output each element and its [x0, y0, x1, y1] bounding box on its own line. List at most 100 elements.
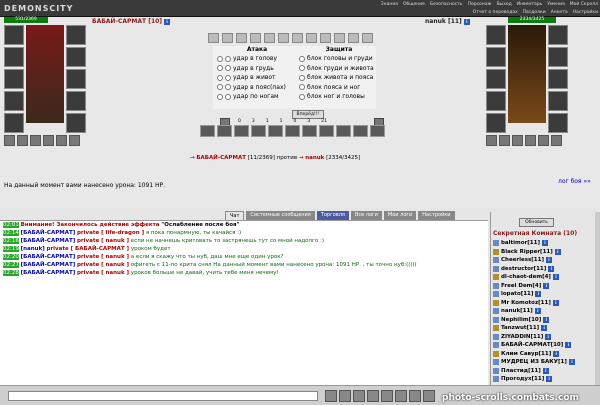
tab-all-logs[interactable]: Все логи — [350, 211, 382, 220]
radio[interactable] — [217, 55, 223, 62]
equip-slot-right4[interactable] — [548, 91, 568, 111]
tab-my-logs[interactable]: Мои логи — [383, 211, 417, 220]
toolbar-button[interactable] — [222, 33, 233, 43]
tab-settings[interactable]: Настройки — [418, 211, 455, 220]
defense-option[interactable]: блок ног и головы — [299, 92, 379, 102]
info-icon[interactable]: i — [535, 291, 542, 298]
equip-slot-right3[interactable] — [548, 69, 568, 89]
tab-system[interactable]: Системные сообщения — [246, 211, 315, 220]
nav-item[interactable]: Отчет о переводах — [473, 9, 518, 17]
attack-option[interactable]: удар в грудь — [217, 64, 297, 74]
chat-private[interactable]: private [ nanuk ] — [77, 238, 129, 244]
info-icon[interactable]: i — [542, 367, 549, 374]
left-player-name[interactable]: БАБАЙ-САРМАТ [10] i — [92, 18, 171, 25]
equip-slot-helmet[interactable] — [486, 25, 506, 45]
chat-time[interactable]: 02:19 — [3, 246, 19, 252]
equip-slot-armor[interactable] — [4, 91, 24, 111]
info-icon[interactable]: i — [463, 18, 470, 25]
equip-slot-belt[interactable] — [4, 113, 24, 133]
nav-item[interactable]: Умения — [547, 1, 564, 9]
radio[interactable] — [225, 93, 231, 100]
info-icon[interactable]: i — [553, 350, 560, 357]
info-icon[interactable]: i — [541, 240, 548, 247]
chat-time[interactable]: 02:27 — [3, 262, 19, 268]
equip-slot-right2[interactable] — [548, 47, 568, 67]
chat-time[interactable]: 02:01 — [3, 222, 19, 228]
send-icon[interactable] — [325, 390, 337, 402]
tab-trade[interactable]: Торговля — [316, 211, 349, 220]
radio[interactable] — [299, 74, 305, 81]
toolbar-button[interactable] — [334, 33, 345, 43]
user-item[interactable]: dl-chaot-dem[4] i — [493, 273, 593, 282]
radio[interactable] — [225, 55, 231, 62]
toolbar-button[interactable] — [348, 33, 359, 43]
chat-time[interactable]: 02:20 — [3, 254, 19, 260]
chat-private[interactable]: private [ life-dragon ] — [77, 230, 144, 236]
toolbar-button[interactable] — [320, 33, 331, 43]
user-item[interactable]: nanuk[11] i — [493, 307, 593, 316]
attack-option[interactable]: удар в живот — [217, 73, 297, 83]
chat-sender[interactable]: [БАБАЙ-САРМАТ] — [21, 238, 76, 244]
filter-icon[interactable] — [381, 390, 393, 402]
info-icon[interactable]: i — [552, 274, 559, 281]
user-item[interactable]: ZIYADDIN[11] i — [493, 333, 593, 342]
info-icon[interactable]: i — [545, 257, 552, 264]
user-list-scrollbar[interactable] — [595, 212, 600, 385]
skill-icon[interactable] — [319, 125, 334, 137]
info-icon[interactable]: i — [545, 333, 552, 340]
nav-item[interactable]: Персонаж — [468, 1, 492, 9]
chat-private[interactable]: private [ nanuk ] — [77, 254, 129, 260]
attack-option[interactable]: удар в голову — [217, 54, 297, 64]
radio[interactable] — [225, 65, 231, 72]
info-icon[interactable]: i — [543, 282, 550, 289]
defense-option[interactable]: блок пояса и ног — [299, 83, 379, 93]
radio[interactable] — [225, 84, 231, 91]
chat-sender[interactable]: [БАБАЙ-САРМАТ] — [21, 230, 76, 236]
equip-slot-amulet[interactable] — [4, 47, 24, 67]
user-item[interactable]: Tanzwut[11] i — [493, 324, 593, 333]
translit-icon[interactable] — [367, 390, 379, 402]
chat-private[interactable]: private [ nanuk ] — [77, 270, 129, 276]
equip-slot-right1[interactable] — [548, 25, 568, 45]
info-icon[interactable]: i — [548, 265, 555, 272]
ring-slot[interactable] — [538, 135, 549, 146]
radio[interactable] — [217, 93, 223, 100]
chat-time[interactable]: 02:14 — [3, 230, 19, 236]
chat-sender[interactable]: [nanuk] — [21, 246, 45, 252]
defense-option[interactable]: блок головы и груди — [299, 54, 379, 64]
toolbar-button[interactable] — [292, 33, 303, 43]
ring-slot[interactable] — [499, 135, 510, 146]
toolbar-button[interactable] — [250, 33, 261, 43]
toolbar-button[interactable] — [306, 33, 317, 43]
toolbar-button[interactable] — [362, 33, 373, 43]
nav-item[interactable]: Инвентарь — [517, 1, 543, 9]
equip-slot-right5[interactable] — [548, 113, 568, 133]
skill-icon[interactable] — [336, 125, 351, 137]
user-item[interactable]: baltimor[11] i — [493, 239, 593, 248]
info-icon[interactable]: i — [534, 308, 541, 315]
user-item[interactable]: Black Ripper[11] i — [493, 248, 593, 257]
left-avatar[interactable] — [26, 25, 64, 123]
skill-icon[interactable] — [285, 125, 300, 137]
ring-slot[interactable] — [551, 135, 562, 146]
equip-slot-weapon[interactable] — [486, 69, 506, 89]
info-icon[interactable]: i — [543, 316, 550, 323]
user-item[interactable]: Клим Савур[11] i — [493, 350, 593, 359]
toolbar-button[interactable] — [264, 33, 275, 43]
nav-item[interactable]: Общение — [403, 1, 425, 9]
tab-chat[interactable]: Чат — [225, 211, 245, 220]
equip-slot-right4[interactable] — [66, 91, 86, 111]
chat-time[interactable]: 02:16 — [3, 238, 19, 244]
skill-icon[interactable] — [353, 125, 368, 137]
toolbar-button[interactable] — [236, 33, 247, 43]
radio[interactable] — [217, 84, 223, 91]
left-fighter-name[interactable]: БАБАЙ-САРМАТ — [196, 155, 246, 161]
info-icon[interactable]: i — [552, 299, 559, 306]
chat-sender[interactable]: [БАБАЙ-САРМАТ] — [21, 262, 76, 268]
equip-slot-armor[interactable] — [486, 91, 506, 111]
user-item[interactable]: Прогодух[11] i — [493, 375, 593, 384]
app-logo[interactable]: DEMONSCITY — [4, 2, 84, 15]
equip-slot-right5[interactable] — [66, 113, 86, 133]
user-item[interactable]: БАБАЙ-САРМАТ[10] i — [493, 341, 593, 350]
ring-slot[interactable] — [4, 135, 15, 146]
